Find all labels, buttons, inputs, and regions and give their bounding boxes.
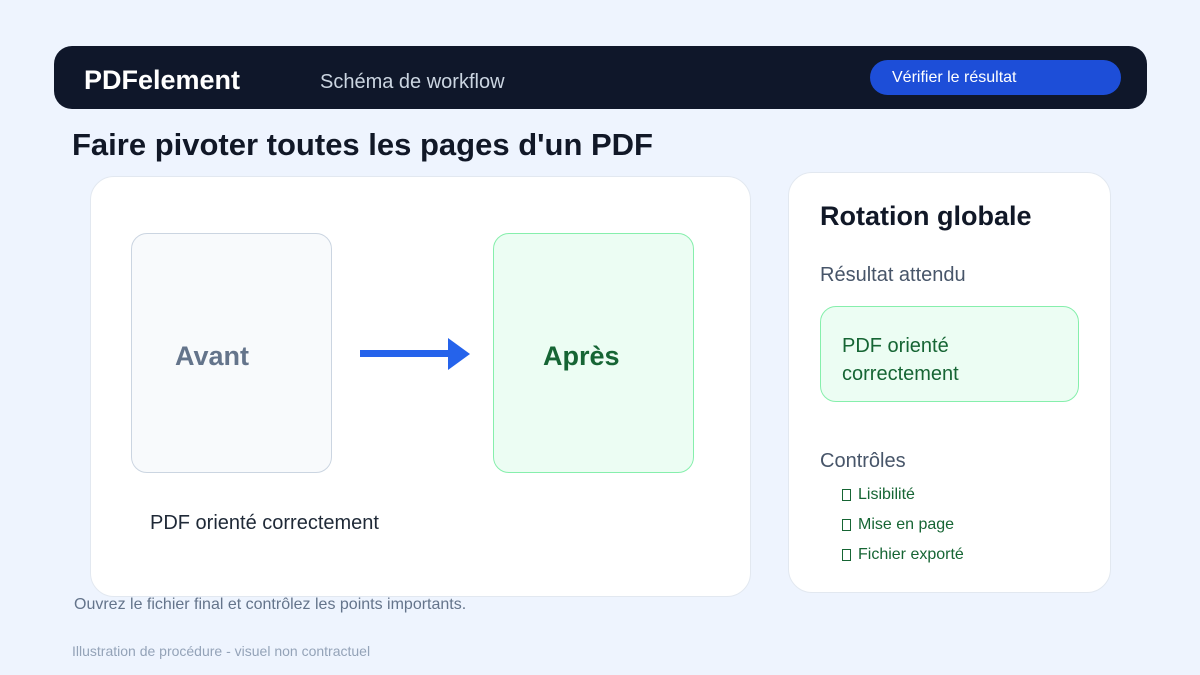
check-item-label: Lisibilité <box>858 486 915 503</box>
checkbox-icon <box>842 549 851 561</box>
verify-result-button[interactable]: Vérifier le résultat <box>870 60 1121 95</box>
checks-label: Contrôles <box>820 450 906 472</box>
check-item: Mise en page <box>842 516 964 546</box>
summary-title: Rotation globale <box>820 201 1032 231</box>
app-header: PDFelement Schéma de workflow Vérifier l… <box>54 46 1147 109</box>
check-item: Fichier exporté <box>842 546 964 576</box>
expected-result-box: PDF orienté correctement <box>820 306 1079 402</box>
checks-list: Lisibilité Mise en page Fichier exporté <box>842 486 964 576</box>
diagram-caption: PDF orienté correctement <box>150 512 379 534</box>
page-title: Faire pivoter toutes les pages d'un PDF <box>72 127 653 162</box>
summary-panel: Rotation globale Résultat attendu PDF or… <box>788 172 1111 593</box>
instruction-note: Ouvrez le fichier final et contrôlez les… <box>74 596 467 613</box>
workflow-diagram-card: Avant Après PDF orienté correctement <box>90 176 751 597</box>
disclaimer-text: Illustration de procédure - visuel non c… <box>72 643 371 659</box>
arrow-right-icon <box>360 338 470 370</box>
document-before-label: Avant <box>175 341 250 371</box>
check-item: Lisibilité <box>842 486 964 516</box>
check-item-label: Mise en page <box>858 516 955 533</box>
document-after-label: Après <box>543 341 620 371</box>
expected-result-text: PDF orienté correctement <box>842 335 959 385</box>
checkbox-icon <box>842 489 851 501</box>
document-before: Avant <box>131 233 332 473</box>
expected-result-label: Résultat attendu <box>820 264 966 286</box>
workflow-label: Schéma de workflow <box>320 71 505 93</box>
document-after: Après <box>493 233 694 473</box>
check-item-label: Fichier exporté <box>858 546 964 563</box>
checkbox-icon <box>842 519 851 531</box>
brand-logo: PDFelement <box>84 65 241 95</box>
